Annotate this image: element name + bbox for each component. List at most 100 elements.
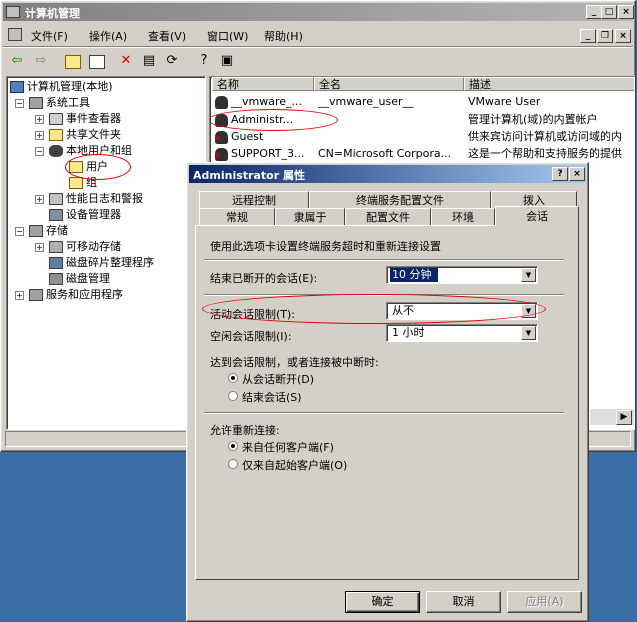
expand-removable[interactable]: +: [35, 243, 44, 252]
panel-separator-3: [204, 412, 564, 414]
reach-disconnect-radio[interactable]: [228, 373, 238, 383]
properties-dialog: Administrator 属性 ? × 远程控制 终端服务配置文件 拨入 常规…: [186, 162, 589, 622]
tree-pane: 计算机管理(本地) − 系统工具 + 事件查看器 + 共享文件夹 − 本地用户和…: [6, 76, 206, 430]
sessions-panel: 使用此选项卡设置终端服务超时和重新连接设置 结束已断开的会话(E): 10 分钟…: [195, 225, 579, 580]
tab-profile[interactable]: 配置文件: [345, 208, 431, 225]
dialog-help-button[interactable]: ?: [552, 167, 568, 181]
up-folder-icon[interactable]: [65, 55, 81, 69]
end-disconnected-select[interactable]: 10 分钟 ▼: [386, 266, 538, 284]
tab-member-of[interactable]: 隶属于: [275, 208, 345, 225]
device-icon: [49, 209, 63, 221]
annotation-ellipse-administrator: [210, 109, 338, 131]
expand-event-viewer[interactable]: +: [35, 115, 44, 124]
main-titlebar[interactable]: 计算机管理 _ □ ×: [3, 3, 634, 21]
column-header-fullname[interactable]: 全名: [314, 77, 464, 91]
dialog-title: Administrator 属性: [193, 169, 305, 182]
idle-limit-label: 空闲会话限制(I):: [210, 330, 292, 343]
tree-item-removable-storage[interactable]: 可移动存储: [49, 239, 121, 255]
apply-button[interactable]: 应用(A): [507, 591, 582, 613]
tree-item-computer[interactable]: 计算机管理(本地): [10, 79, 113, 95]
disk-icon: [49, 273, 63, 285]
toolbar-separator: [3, 46, 633, 48]
computer-icon: [10, 81, 24, 93]
scroll-right-button[interactable]: ▶: [616, 410, 632, 425]
reconnect-origin-radio[interactable]: [228, 459, 238, 469]
tree-item-defrag[interactable]: 磁盘碎片整理程序: [49, 255, 154, 271]
help-icon[interactable]: ?: [196, 53, 212, 69]
export-icon[interactable]: ▣: [219, 53, 235, 69]
child-restore-button[interactable]: ❐: [597, 29, 613, 43]
storage-icon: [29, 225, 43, 237]
back-icon[interactable]: ⇦: [9, 53, 25, 69]
annotation-ellipse-users: [65, 154, 131, 180]
expand-services[interactable]: +: [15, 291, 24, 300]
perf-icon: [49, 193, 63, 205]
collapse-system-tools[interactable]: −: [15, 99, 24, 108]
tab-terminal-services-profile[interactable]: 终端服务配置文件: [309, 191, 491, 208]
menu-file[interactable]: 文件(F): [31, 28, 68, 44]
tab-general[interactable]: 常规: [199, 208, 275, 225]
tools-icon: [29, 97, 43, 109]
services-icon: [29, 289, 43, 301]
forward-icon[interactable]: ⇨: [33, 53, 49, 69]
table-row[interactable]: ✕Guest 供来宾访问计算机或访问域的内: [212, 129, 634, 145]
table-row[interactable]: ✕SUPPORT_3... CN=Microsoft Corpora... 这是…: [212, 146, 634, 162]
tab-sessions[interactable]: 会话: [495, 206, 579, 226]
dialog-close-button[interactable]: ×: [569, 167, 585, 181]
tree-item-services-apps[interactable]: 服务和应用程序: [29, 287, 123, 303]
panel-separator-1: [204, 259, 564, 261]
tab-environment[interactable]: 环境: [431, 208, 495, 225]
end-disconnected-label: 结束已断开的会话(E):: [210, 272, 318, 285]
expand-shared-folders[interactable]: +: [35, 131, 44, 140]
defrag-icon: [49, 257, 63, 269]
tree-item-system-tools[interactable]: 系统工具: [29, 95, 90, 111]
collapse-local-users[interactable]: −: [35, 147, 44, 156]
menu-action[interactable]: 操作(A): [89, 28, 127, 44]
reach-end-radio[interactable]: [228, 391, 238, 401]
maximize-button[interactable]: □: [601, 5, 617, 19]
annotation-ellipse-active-limit: [202, 294, 546, 324]
tree-item-storage[interactable]: 存储: [29, 223, 68, 239]
table-row[interactable]: __vmware_... __vmware_user__ VMware User: [212, 94, 634, 110]
menu-window[interactable]: 窗口(W): [207, 28, 248, 44]
tree-item-perf-logs[interactable]: 性能日志和警报: [49, 191, 143, 207]
column-header-name[interactable]: 名称: [212, 77, 314, 91]
tree-item-shared-folders[interactable]: 共享文件夹: [49, 127, 121, 143]
show-tree-icon[interactable]: [89, 55, 105, 69]
tab-remote-control[interactable]: 远程控制: [199, 191, 309, 208]
close-button[interactable]: ×: [618, 5, 634, 19]
reach-end-label[interactable]: 结束会话(S): [242, 389, 302, 405]
reconnect-any-radio[interactable]: [228, 441, 238, 451]
reconnect-any-label[interactable]: 来自任何客户端(F): [242, 439, 334, 455]
child-minimize-button[interactable]: _: [580, 29, 596, 43]
chevron-down-icon[interactable]: ▼: [521, 268, 536, 282]
removable-icon: [49, 241, 63, 253]
mmc-icon: [8, 28, 22, 41]
user-icon: [215, 95, 228, 109]
idle-limit-select[interactable]: 1 小时 ▼: [386, 324, 538, 342]
properties-icon[interactable]: ▤: [141, 53, 157, 69]
ok-button[interactable]: 确定: [345, 591, 420, 613]
collapse-storage[interactable]: −: [15, 227, 24, 236]
child-close-button[interactable]: ×: [615, 29, 631, 43]
tree-item-disk-management[interactable]: 磁盘管理: [49, 271, 110, 287]
folder-icon: [49, 129, 63, 141]
menu-view[interactable]: 查看(V): [148, 28, 186, 44]
expand-perf-logs[interactable]: +: [35, 195, 44, 204]
cancel-button[interactable]: 取消: [426, 591, 501, 613]
menu-help[interactable]: 帮助(H): [264, 28, 303, 44]
column-header-description[interactable]: 描述: [464, 77, 634, 91]
users-icon: [49, 145, 63, 157]
chevron-down-icon[interactable]: ▼: [521, 326, 536, 340]
list-horizontal-scrollbar[interactable]: ▶: [590, 409, 634, 425]
dialog-titlebar[interactable]: Administrator 属性 ? ×: [189, 165, 586, 183]
reach-disconnect-label[interactable]: 从会话断开(D): [242, 371, 314, 387]
tree-item-event-viewer[interactable]: 事件查看器: [49, 111, 121, 127]
minimize-button[interactable]: _: [586, 5, 602, 19]
tree-item-device-manager[interactable]: 设备管理器: [49, 207, 121, 223]
delete-icon[interactable]: ✕: [118, 53, 134, 69]
reconnect-origin-label[interactable]: 仅来自起始客户端(O): [242, 457, 347, 473]
event-viewer-icon: [49, 113, 63, 125]
refresh-icon[interactable]: ⟳: [164, 53, 180, 69]
main-title: 计算机管理: [25, 7, 80, 20]
